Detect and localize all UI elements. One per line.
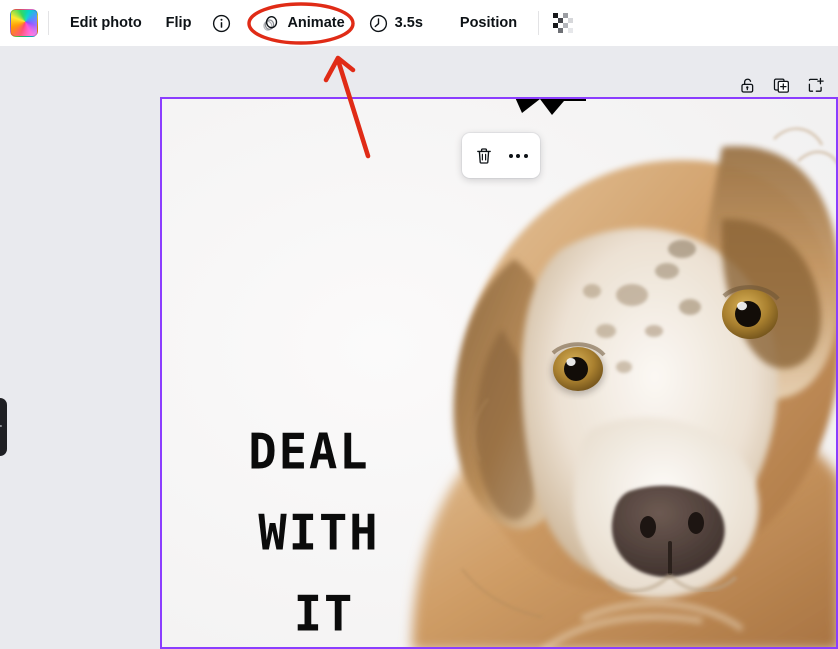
transparency-button[interactable] [547,7,579,39]
editor-stage: DEAL WITH IT [0,46,838,649]
delete-element-button[interactable] [469,141,499,171]
edit-photo-label: Edit photo [70,15,142,31]
duplicate-page-icon [773,78,789,93]
clock-icon [369,14,387,32]
info-button[interactable] [205,7,237,39]
color-swatch[interactable] [10,9,38,37]
position-label: Position [459,15,518,31]
meme-text-line-2: WITH [258,504,380,563]
add-page-button[interactable] [800,70,830,100]
edit-photo-button[interactable]: Edit photo [59,7,153,39]
canva-editor-window: Edit photo Flip Animate 3.5s Position DE… [0,0,838,649]
top-toolbar: Edit photo Flip Animate 3.5s Position [0,0,838,46]
info-circle-icon [212,14,231,32]
animate-button[interactable]: Animate [250,7,355,39]
position-button[interactable]: Position [449,7,528,39]
toolbar-divider-2 [538,11,540,35]
duration-label: 3.5s [394,15,423,31]
transparency-checkerboard-icon [553,13,574,33]
sunglasses-graphic [515,99,586,115]
unlock-icon [740,78,753,93]
animate-icon [263,15,278,31]
toolbar-divider [48,11,49,35]
design-canvas[interactable]: DEAL WITH IT [160,97,838,649]
meme-text-line-3: IT [293,586,355,644]
duration-button[interactable]: 3.5s [358,7,434,39]
animate-label: Animate [287,15,345,31]
flip-label: Flip [165,15,192,31]
add-page-icon [808,77,824,92]
trash-icon [477,147,491,164]
meme-text-line-1: DEAL [248,423,370,481]
collapse-panel-handle[interactable] [0,398,7,456]
flip-button[interactable]: Flip [155,7,203,39]
meme-text-element[interactable]: DEAL WITH IT [192,412,432,647]
page-actions-bar [732,70,830,100]
duplicate-page-button[interactable] [766,70,796,100]
more-options-button[interactable] [503,141,533,171]
unlock-button[interactable] [732,70,762,100]
more-dots-icon [508,153,528,158]
element-floating-toolbar [462,133,540,178]
